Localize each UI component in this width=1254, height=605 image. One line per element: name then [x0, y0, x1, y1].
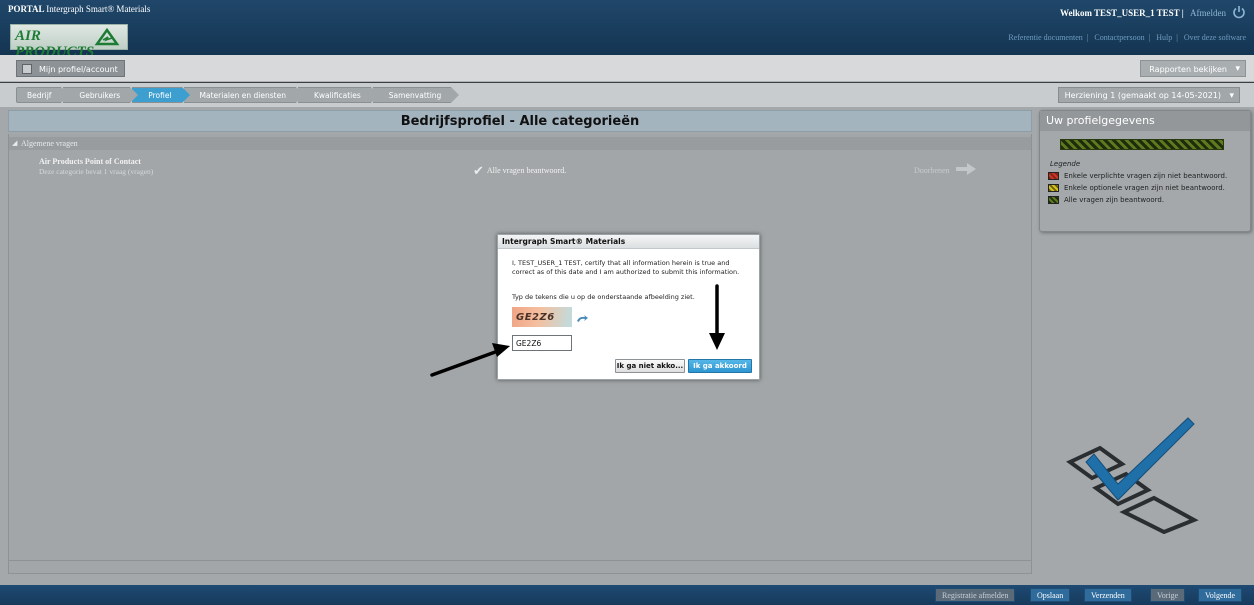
- portal-title: PORTAL Intergraph Smart® Materials: [8, 4, 150, 14]
- revision-label: Herziening 1 (gemaakt op 14-05-2021): [1064, 91, 1221, 100]
- view-reports-dropdown[interactable]: Rapporten bekijken: [1140, 60, 1246, 78]
- unregister-button[interactable]: Registratie afmelden: [935, 588, 1016, 602]
- legend-title: Legende: [1050, 160, 1081, 168]
- captcha-text: GE2Z6: [516, 312, 555, 323]
- step-profile[interactable]: Profiel: [132, 87, 190, 103]
- step-users[interactable]: Gebruikers: [63, 87, 138, 103]
- power-icon[interactable]: [1232, 5, 1246, 19]
- step-summary[interactable]: Samenvatting: [372, 87, 459, 103]
- dialog-title: Intergraph Smart® Materials: [498, 235, 759, 249]
- checklist-illustration-icon: [1066, 417, 1199, 534]
- page-title: Bedrijfsprofiel - Alle categorieën: [8, 110, 1032, 132]
- dialog-message: I, TEST_USER_1 TEST, certify that all in…: [512, 259, 740, 276]
- bottom-action-bar: Registratie afmelden Opslaan Verzenden V…: [0, 585, 1254, 605]
- previous-button[interactable]: Vorige: [1150, 588, 1186, 602]
- captcha-input[interactable]: [512, 335, 572, 351]
- profile-icon: [22, 64, 32, 74]
- step-qualifications[interactable]: Kwalificaties: [297, 87, 379, 103]
- save-button[interactable]: Opslaan: [1030, 588, 1071, 602]
- step-company[interactable]: Bedrijf: [16, 87, 70, 103]
- app-header: PORTAL Intergraph Smart® Materials AIR P…: [0, 0, 1254, 60]
- link-contact-person[interactable]: Contactpersoon: [1094, 33, 1144, 42]
- link-help[interactable]: Hulp: [1156, 33, 1172, 42]
- legend-item: Enkele verplichte vragen zijn niet beant…: [1048, 172, 1227, 180]
- checkmark-icon: ✔: [473, 163, 484, 178]
- legend-label: Alle vragen zijn beantwoord.: [1064, 196, 1165, 204]
- content-footer: [8, 560, 1032, 574]
- wizard-steps-row: Bedrijf Gebruikers Profiel Materialen en…: [0, 83, 1254, 107]
- collapse-chevron-icon[interactable]: ◢: [12, 137, 17, 150]
- legend-label: Enkele optionele vragen zijn niet beantw…: [1064, 184, 1225, 192]
- profile-summary-panel: Uw profielgegevens Legende Enkele verpli…: [1039, 110, 1251, 232]
- captcha-instruction: Typ de tekens die u op de onderstaande a…: [512, 293, 695, 301]
- legend-item: Enkele optionele vragen zijn niet beantw…: [1048, 184, 1225, 192]
- legend-swatch-green: [1048, 196, 1059, 204]
- step-label: Samenvatting: [388, 91, 442, 100]
- my-profile-button[interactable]: Mijn profiel/account: [16, 60, 125, 77]
- logout-link[interactable]: Afmelden: [1190, 8, 1226, 18]
- step-label: Materialen en diensten: [199, 91, 286, 100]
- legend-swatch-yellow: [1048, 184, 1059, 192]
- continue-label: Doorbenen: [914, 166, 950, 175]
- section-title: Algemene vragen: [21, 139, 78, 148]
- welcome-area: Welkom TEST_USER_1 TEST | Afmelden: [1060, 8, 1226, 18]
- category-subtitle: Deze categorie bevat 1 vraag (vragen): [39, 167, 154, 176]
- section-header[interactable]: ◢ Algemene vragen: [9, 137, 1031, 150]
- refresh-captcha-icon[interactable]: [576, 315, 588, 325]
- link-about-software[interactable]: Over deze software: [1184, 33, 1246, 42]
- wizard-steps: Bedrijf Gebruikers Profiel Materialen en…: [16, 87, 459, 103]
- revision-dropdown[interactable]: Herziening 1 (gemaakt op 14-05-2021): [1057, 87, 1240, 104]
- profile-progress-bar: [1060, 139, 1224, 150]
- welcome-text: Welkom TEST_USER_1 TEST |: [1059, 8, 1184, 18]
- top-links: Referentie documenten | Contactpersoon | H…: [1008, 33, 1246, 42]
- captcha-image: GE2Z6: [512, 307, 572, 327]
- app-name: Intergraph Smart® Materials: [46, 4, 151, 14]
- step-materials-services[interactable]: Materialen en diensten: [183, 87, 305, 103]
- step-label: Gebruikers: [79, 91, 121, 100]
- send-button[interactable]: Verzenden: [1084, 588, 1132, 602]
- arrow-right-icon: [955, 163, 976, 175]
- portal-label: PORTAL: [8, 4, 45, 14]
- agree-button[interactable]: Ik ga akkoord: [688, 359, 752, 373]
- view-reports-label: Rapporten bekijken: [1149, 65, 1227, 74]
- link-reference-documents[interactable]: Referentie documenten: [1008, 33, 1082, 42]
- next-button[interactable]: Volgende: [1198, 588, 1243, 602]
- category-status: ✔ Alle vragen beantwoord.: [473, 161, 567, 178]
- legend-swatch-red: [1048, 172, 1059, 180]
- air-products-logo: AIR PRODUCTS: [10, 24, 128, 60]
- category-name[interactable]: Air Products Point of Contact: [39, 157, 141, 166]
- toolbar: Mijn profiel/account Rapporten bekijken: [0, 55, 1254, 82]
- my-profile-label: Mijn profiel/account: [39, 65, 118, 74]
- step-label: Profiel: [148, 91, 172, 100]
- legend-label: Enkele verplichte vragen zijn niet beant…: [1064, 172, 1228, 180]
- panel-title: Uw profielgegevens: [1040, 111, 1250, 131]
- lightning-logo-icon: [94, 28, 120, 46]
- step-label: Kwalificaties: [313, 91, 361, 100]
- legend-item: Alle vragen zijn beantwoord.: [1048, 196, 1164, 204]
- disagree-button[interactable]: Ik ga niet akko...: [615, 359, 685, 373]
- certification-dialog: Intergraph Smart® Materials I, TEST_USER…: [497, 234, 760, 380]
- status-text: Alle vragen beantwoord.: [486, 166, 567, 175]
- continue-link[interactable]: Doorbenen: [914, 161, 976, 175]
- step-label: Bedrijf: [27, 91, 52, 100]
